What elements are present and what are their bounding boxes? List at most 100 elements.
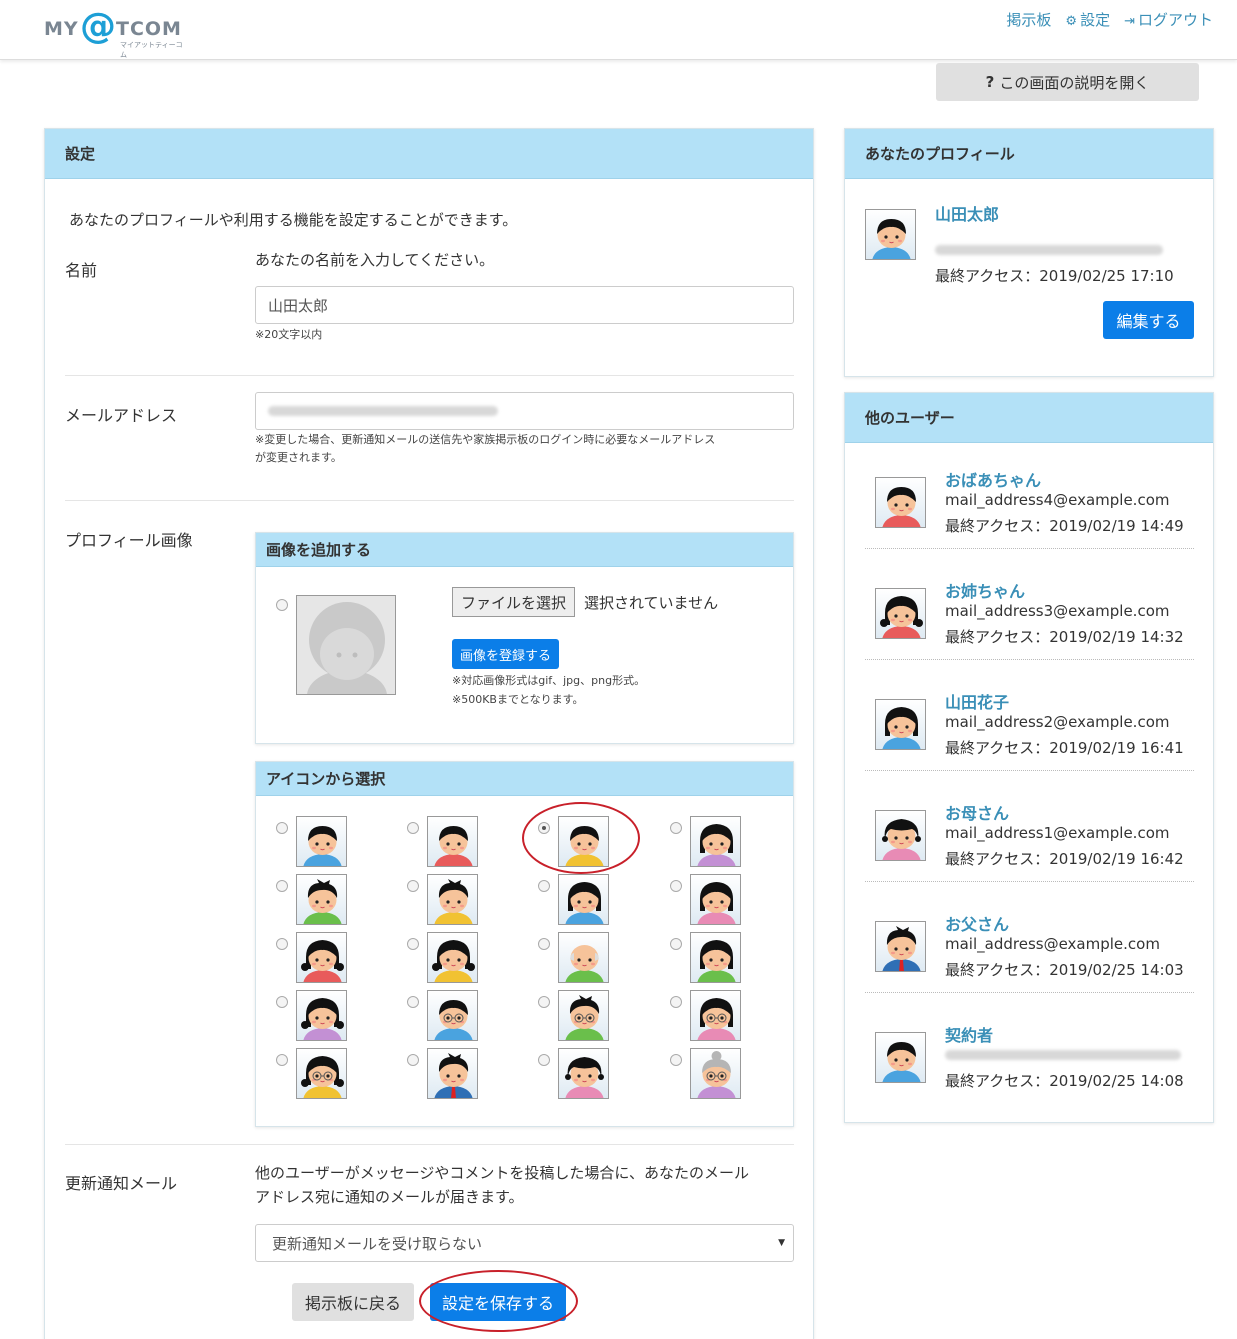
name-input[interactable]: 山田太郎 — [255, 286, 794, 324]
user-divider — [865, 659, 1194, 660]
email-input[interactable] — [255, 392, 794, 430]
custom-image-radio[interactable] — [276, 599, 288, 611]
icon-option-radio[interactable] — [407, 1054, 419, 1066]
user-name[interactable]: お父さん — [945, 911, 1009, 935]
avatar-icon-option[interactable] — [558, 874, 609, 925]
avatar-icon-option[interactable] — [558, 816, 609, 867]
edit-profile-button[interactable]: 編集する — [1103, 301, 1194, 339]
format-note-line-1: ※対応画像形式はgif、jpg、png形式。 — [452, 674, 646, 687]
icon-option-radio[interactable] — [407, 822, 419, 834]
nav-settings-link[interactable]: ⚙ 設定 — [1065, 9, 1110, 30]
avatar-icon-option[interactable] — [296, 874, 347, 925]
user-name[interactable]: 山田花子 — [945, 689, 1009, 713]
email-blurred-value — [268, 406, 498, 416]
icon-option-radio[interactable] — [670, 822, 682, 834]
caret-down-icon: ▼ — [778, 1238, 785, 1248]
avatar-icon-option[interactable] — [296, 932, 347, 983]
icon-option-radio[interactable] — [538, 1054, 550, 1066]
user-name[interactable]: お母さん — [945, 800, 1009, 824]
avatar-icon-option[interactable] — [427, 874, 478, 925]
notify-select[interactable]: 更新通知メールを受け取らない ▼ — [255, 1224, 794, 1262]
settings-panel-title: 設定 — [45, 129, 813, 179]
user-name[interactable]: 契約者 — [945, 1022, 993, 1046]
icon-option-radio[interactable] — [276, 1054, 288, 1066]
icon-option-radio[interactable] — [276, 938, 288, 950]
avatar-icon-option[interactable] — [296, 990, 347, 1041]
email-note-line-2: が変更されます。 — [255, 451, 342, 464]
site-logo[interactable]: MY @ TCOM マイアットティーコム — [44, 6, 184, 59]
settings-intro: あなたのプロフィールや利用する機能を設定することができます。 — [69, 211, 518, 229]
top-nav: 掲示板 ⚙ 設定 ⇥ ログアウト — [1006, 9, 1213, 30]
user-email: mail_address@example.com — [945, 935, 1160, 953]
avatar-icon-option[interactable] — [427, 1048, 478, 1099]
user-divider — [865, 881, 1194, 882]
save-settings-button[interactable]: 設定を保存する — [430, 1283, 566, 1321]
avatar-icon-option[interactable] — [558, 990, 609, 1041]
avatar-icon-option[interactable] — [558, 932, 609, 983]
user-last-access: 最終アクセス：2019/02/19 14:32 — [945, 628, 1184, 646]
user-email: mail_address2@example.com — [945, 713, 1170, 731]
avatar-icon-option[interactable] — [558, 1048, 609, 1099]
icon-option-radio[interactable] — [538, 938, 550, 950]
email-blurred-value — [945, 1050, 1181, 1060]
icon-option-radio[interactable] — [670, 880, 682, 892]
icon-option-radio[interactable] — [276, 880, 288, 892]
icon-option-radio[interactable] — [276, 822, 288, 834]
avatar-icon-option[interactable] — [690, 816, 741, 867]
user-avatar — [875, 1032, 926, 1083]
avatar-icon-option[interactable] — [296, 1048, 347, 1099]
help-button-label: この画面の説明を開く — [999, 73, 1150, 92]
user-name[interactable]: お姉ちゃん — [945, 578, 1025, 602]
user-last-access: 最終アクセス：2019/02/25 14:08 — [945, 1072, 1184, 1090]
name-hint: あなたの名前を入力してください。 — [255, 251, 495, 269]
user-divider — [865, 992, 1194, 993]
avatar-icon-option[interactable] — [690, 1048, 741, 1099]
placeholder-avatar-image — [296, 595, 396, 695]
user-email: mail_address3@example.com — [945, 602, 1170, 620]
other-users-panel: 他のユーザー おばあちゃん mail_address4@example.com 最終… — [844, 392, 1214, 1123]
icon-option-radio[interactable] — [538, 996, 550, 1008]
icon-option-radio[interactable] — [407, 996, 419, 1008]
nav-logout-link[interactable]: ⇥ ログアウト — [1124, 9, 1213, 30]
avatar-icon-option[interactable] — [427, 990, 478, 1041]
notify-desc-line-1: 他のユーザーがメッセージやコメントを投稿した場合に、あなたのメール — [255, 1164, 749, 1182]
help-button[interactable]: ? この画面の説明を開く — [936, 63, 1199, 101]
logo-text-tcom: TCOM — [116, 18, 182, 40]
icon-option-radio[interactable] — [407, 938, 419, 950]
choose-file-button[interactable]: ファイルを選択 — [452, 587, 576, 617]
user-avatar — [875, 921, 926, 972]
avatar-icon-option[interactable] — [690, 874, 741, 925]
question-icon: ? — [985, 73, 995, 91]
notify-desc-line-2: アドレス宛に通知のメールが届きます。 — [255, 1188, 524, 1206]
user-last-access: 最終アクセス：2019/02/19 16:41 — [945, 739, 1184, 757]
nav-board-link[interactable]: 掲示板 — [1006, 9, 1051, 30]
icon-option-radio[interactable] — [670, 1054, 682, 1066]
notify-description: 他のユーザーがメッセージやコメントを投稿した場合に、あなたのメール アドレス宛に… — [255, 1161, 749, 1209]
avatar-icon-option[interactable] — [427, 932, 478, 983]
back-to-board-button[interactable]: 掲示板に戻る — [292, 1283, 414, 1321]
logo-text-my: MY — [44, 18, 79, 40]
user-name[interactable]: おばあちゃん — [945, 467, 1041, 491]
add-image-title: 画像を追加する — [256, 533, 793, 567]
icon-option-radio[interactable] — [538, 880, 550, 892]
icon-option-radio[interactable] — [538, 822, 550, 834]
user-divider — [865, 548, 1194, 549]
avatar-icon-option[interactable] — [690, 990, 741, 1041]
user-avatar — [875, 810, 926, 861]
divider — [65, 1144, 794, 1145]
avatar-icon-option[interactable] — [296, 816, 347, 867]
icon-option-radio[interactable] — [407, 880, 419, 892]
top-bar: MY @ TCOM マイアットティーコム 掲示板 ⚙ 設定 ⇥ ログアウト — [0, 0, 1237, 60]
user-email: mail_address1@example.com — [945, 824, 1170, 842]
my-profile-email — [935, 241, 1163, 259]
icon-option-radio[interactable] — [276, 996, 288, 1008]
avatar-icon-option[interactable] — [690, 932, 741, 983]
add-image-panel: 画像を追加する ファイルを選択 選択されていません 画像を登録する ※対応画像形… — [255, 532, 794, 744]
nav-logout-label: ログアウト — [1137, 11, 1213, 29]
icon-option-radio[interactable] — [670, 996, 682, 1008]
user-email: mail_address4@example.com — [945, 491, 1170, 509]
register-image-button[interactable]: 画像を登録する — [452, 639, 560, 669]
icon-option-radio[interactable] — [670, 938, 682, 950]
avatar-icon-option[interactable] — [427, 816, 478, 867]
other-users-title: 他のユーザー — [845, 393, 1213, 443]
